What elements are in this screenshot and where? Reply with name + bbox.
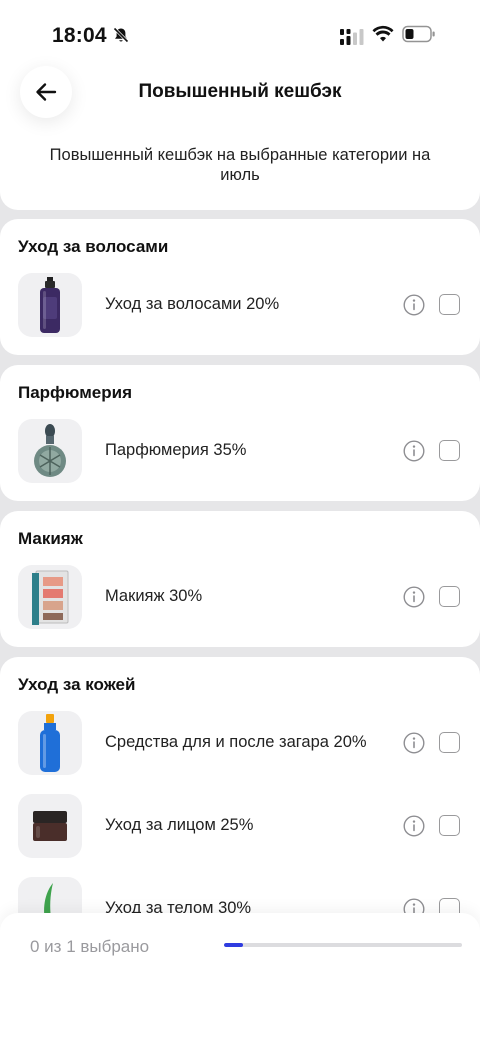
info-icon[interactable] — [403, 586, 425, 608]
sunscreen-bottle-icon — [18, 711, 82, 775]
category-checkbox[interactable] — [439, 815, 460, 836]
category-checkbox[interactable] — [439, 294, 460, 315]
item-label: Уход за волосами 20% — [105, 295, 280, 313]
item-label: Парфюмерия 35% — [105, 441, 247, 459]
status-bar: 18:04 — [0, 0, 480, 70]
list-item[interactable]: Парфюмерия 35% — [0, 419, 480, 485]
bottom-selection-bar: 0 из 1 выбрано — [0, 913, 480, 1043]
cream-jar-icon — [18, 794, 82, 858]
list-item[interactable]: Макияж 30% — [0, 565, 480, 631]
page-title: Повышенный кешбэк — [138, 81, 342, 102]
section-title: Уход за кожей — [18, 675, 136, 694]
wifi-icon — [372, 25, 394, 42]
eyeshadow-palette-icon — [18, 565, 82, 629]
status-time: 18:04 — [52, 24, 107, 47]
category-checkbox[interactable] — [439, 586, 460, 607]
section-perfume: Парфюмерия Парфюмерия 35% — [0, 365, 480, 501]
section-title: Макияж — [18, 529, 83, 548]
info-icon[interactable] — [403, 440, 425, 462]
item-label: Макияж 30% — [105, 587, 203, 605]
category-checkbox[interactable] — [439, 440, 460, 461]
item-label: Уход за лицом 25% — [105, 816, 254, 834]
item-label: Средства для и после загара 20% — [105, 733, 367, 751]
category-checkbox[interactable] — [439, 732, 460, 753]
info-icon[interactable] — [403, 294, 425, 316]
battery-icon — [402, 25, 435, 43]
section-skin-care: Уход за кожей Средства для и после загар… — [0, 657, 480, 957]
section-makeup: Макияж Макияж 30% — [0, 511, 480, 647]
perfume-bottle-icon — [18, 419, 82, 483]
signal-icon — [340, 29, 364, 45]
shampoo-bottle-icon — [18, 273, 82, 337]
section-hair-care: Уход за волосами Уход за волосами 20% — [0, 219, 480, 355]
info-icon[interactable] — [403, 732, 425, 754]
list-item[interactable]: Уход за лицом 25% — [0, 794, 480, 860]
section-title: Парфюмерия — [18, 383, 133, 402]
list-item[interactable]: Уход за волосами 20% — [0, 273, 480, 339]
selected-count-text: 0 из 1 выбрано — [30, 937, 150, 956]
header-card: 18:04 Повышенный кешбэк Повышенный кешбэ… — [0, 0, 480, 210]
list-item[interactable]: Средства для и после загара 20% — [0, 711, 480, 777]
selection-progress-bar — [224, 943, 462, 947]
info-icon[interactable] — [403, 815, 425, 837]
bell-muted-icon — [113, 27, 129, 43]
selection-progress-fill — [224, 943, 244, 947]
page-subtitle: Повышенный кешбэк на выбранные категории… — [49, 146, 431, 184]
section-title: Уход за волосами — [18, 237, 169, 256]
